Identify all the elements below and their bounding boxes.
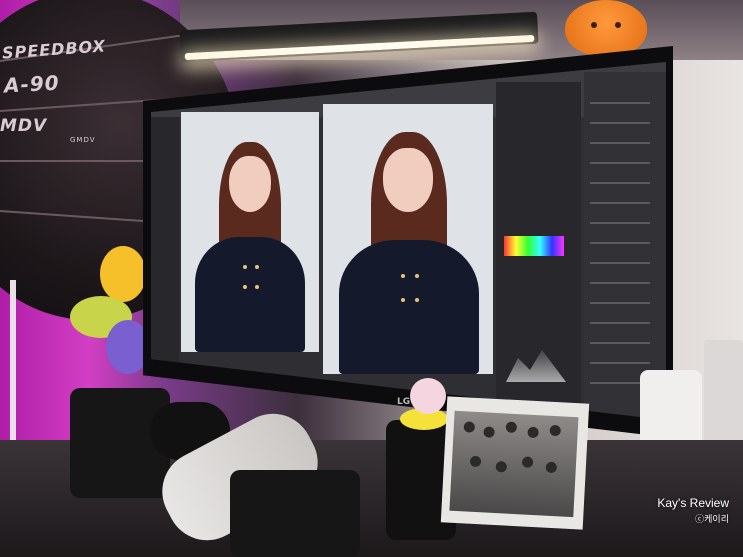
person-head <box>463 421 476 433</box>
monitor-brand-logo: LG <box>397 397 411 407</box>
panel-row <box>590 182 650 184</box>
panel-row <box>590 362 650 364</box>
jacket-button <box>401 298 405 302</box>
person-head <box>545 461 558 474</box>
panel-row <box>590 202 650 204</box>
portrait-jacket <box>195 237 305 352</box>
person-head <box>469 455 482 468</box>
panel-row <box>590 162 650 164</box>
editor-layers-panel <box>496 82 581 420</box>
jacket-button <box>243 265 247 269</box>
jacket-button <box>415 298 419 302</box>
portrait-face <box>229 156 271 212</box>
person-head <box>483 426 495 438</box>
panel-row <box>590 142 650 144</box>
jacket-button <box>401 274 405 278</box>
color-spectrum <box>504 236 564 256</box>
portrait-left <box>191 142 309 352</box>
mascot-eye <box>591 22 597 28</box>
person-head <box>521 456 534 468</box>
softbox-small-label: GMDV <box>70 136 96 144</box>
orange-mascot-doll <box>565 0 647 56</box>
panel-row <box>590 282 650 284</box>
person-head <box>505 421 518 434</box>
panel-row <box>590 122 650 124</box>
left-photo-canvas <box>181 112 319 352</box>
panel-row <box>590 262 650 264</box>
panel-row <box>590 302 650 304</box>
person-head <box>527 426 539 439</box>
softbox-maker-label: MDV <box>0 116 48 136</box>
photo-scene: SPEEDBOX A-90 MDV GMDV LG Kay's Review ⓒ… <box>0 0 743 557</box>
camera-body-front <box>230 470 360 557</box>
monitor-screen <box>151 62 666 420</box>
panel-row <box>590 322 650 324</box>
group-photo-print <box>440 396 590 530</box>
person-head <box>495 461 508 473</box>
editor-history-panel <box>584 72 666 420</box>
jacket-button <box>415 274 419 278</box>
watermark-credit: ⓒ케이리 <box>695 514 729 524</box>
panel-row <box>590 222 650 224</box>
pink-cat-figure <box>410 378 446 414</box>
portrait-face <box>383 148 433 212</box>
group-photo <box>449 410 579 518</box>
person-head <box>549 424 562 437</box>
watermark-title: Kay's Review <box>657 496 729 510</box>
jacket-button <box>243 285 247 289</box>
histogram <box>506 350 566 382</box>
right-photo-canvas <box>323 104 493 374</box>
portrait-right <box>333 132 483 374</box>
jacket-button <box>255 265 259 269</box>
portrait-jacket <box>339 240 479 374</box>
panel-row <box>590 342 650 344</box>
softbox-model-label: A-90 <box>3 70 61 98</box>
color-petal-yellow <box>100 246 146 302</box>
panel-row <box>590 102 650 104</box>
jacket-button <box>255 285 259 289</box>
panel-row <box>590 242 650 244</box>
watermark: Kay's Review ⓒ케이리 <box>657 496 729 525</box>
mascot-eye <box>615 22 621 28</box>
